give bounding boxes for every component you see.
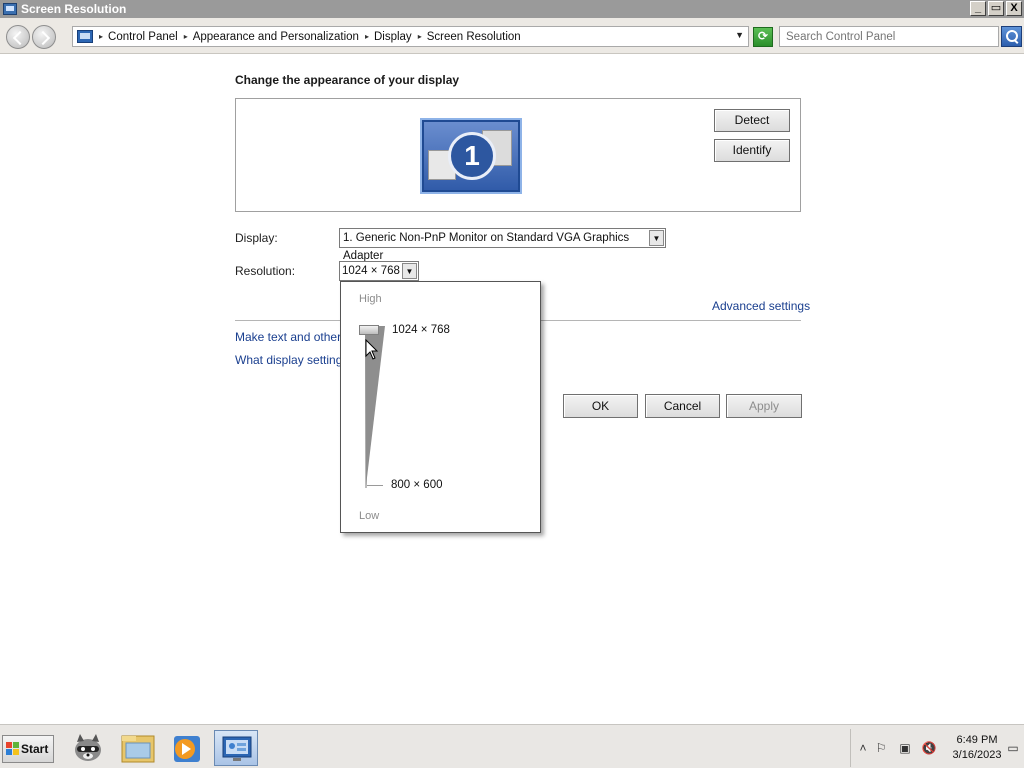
advanced-settings-link[interactable]: Advanced settings xyxy=(712,299,810,313)
screen-resolution-icon xyxy=(3,3,17,15)
page-title: Change the appearance of your display xyxy=(235,73,460,87)
explorer-folder-icon xyxy=(121,735,155,763)
control-panel-icon xyxy=(77,30,93,43)
forward-button[interactable] xyxy=(32,25,56,49)
control-panel-task-icon xyxy=(222,736,252,761)
raccoon-icon xyxy=(75,734,101,761)
high-label: High xyxy=(359,293,382,305)
back-button[interactable] xyxy=(6,25,30,49)
breadcrumb-appearance[interactable]: Appearance and Personalization xyxy=(193,31,359,43)
resolution-label: Resolution: xyxy=(235,264,296,278)
chevron-right-icon[interactable]: ▸ xyxy=(184,32,188,41)
display-settings-help-link[interactable]: What display settings xyxy=(235,353,348,367)
address-bar-area: ▸ Control Panel ▸ Appearance and Personali… xyxy=(0,18,1024,54)
system-tray: ˄ ⚐ ▣ 🔇 6:49 PM 3/16/2023 ▭ xyxy=(850,729,1024,767)
clock[interactable]: 6:49 PM 3/16/2023 xyxy=(947,733,1007,763)
breadcrumb-display[interactable]: Display xyxy=(374,31,412,43)
cancel-button[interactable]: Cancel xyxy=(645,394,720,418)
start-label: Start xyxy=(21,742,49,756)
ok-button[interactable]: OK xyxy=(563,394,638,418)
chevron-right-icon[interactable]: ▸ xyxy=(99,32,103,41)
search-box[interactable] xyxy=(779,26,999,47)
control-panel-icon[interactable] xyxy=(214,730,258,766)
resolution-option-1024x768[interactable]: 1024 × 768 xyxy=(392,324,450,336)
text-size-link[interactable]: Make text and other it xyxy=(235,330,350,344)
restore-button[interactable]: ▭ xyxy=(988,1,1004,16)
low-label: Low xyxy=(359,510,380,522)
resolution-select-value: 1024 × 768 xyxy=(342,265,400,277)
close-button[interactable]: X xyxy=(1006,1,1022,16)
monitor-number-badge: 1 xyxy=(448,132,496,180)
slider-tick-mark xyxy=(367,485,383,486)
resolution-option-800x600[interactable]: 800 × 600 xyxy=(391,479,442,491)
start-button[interactable]: Start xyxy=(2,735,54,763)
minimize-button[interactable]: _ xyxy=(970,1,986,16)
apply-button: Apply xyxy=(726,394,802,418)
clock-date: 3/16/2023 xyxy=(952,749,1002,761)
raccoon-app-icon[interactable] xyxy=(66,730,110,766)
chevron-down-icon[interactable]: ▼ xyxy=(402,263,417,279)
breadcrumb-control-panel[interactable]: Control Panel xyxy=(108,31,178,43)
show-hidden-icons-icon[interactable]: ˄ xyxy=(855,741,871,757)
media-player-icon[interactable] xyxy=(164,730,208,766)
breadcrumb-screen-resolution[interactable]: Screen Resolution xyxy=(427,31,521,43)
title-bar: Screen Resolution _ ▭ X xyxy=(0,0,1024,18)
show-desktop-icon[interactable]: ▭ xyxy=(1005,741,1021,757)
chevron-right-icon[interactable]: ▸ xyxy=(418,32,422,41)
resolution-slider-thumb[interactable] xyxy=(359,325,379,335)
windows-logo-icon xyxy=(6,742,19,755)
play-icon xyxy=(174,736,200,762)
identify-button[interactable]: Identify xyxy=(714,139,790,162)
folder-icon[interactable] xyxy=(116,730,160,766)
resolution-dropdown-popup: High 1024 × 768 800 × 600 Low xyxy=(340,281,541,533)
chevron-right-icon[interactable]: ▸ xyxy=(365,32,369,41)
chevron-down-icon[interactable]: ▼ xyxy=(649,230,664,246)
display-select-value: 1. Generic Non-PnP Monitor on Standard V… xyxy=(343,232,630,262)
search-icon[interactable] xyxy=(1001,26,1022,47)
taskbar: Start ˄ ⚐ ▣ 🔇 6:49 PM 3/16/2023 ▭ xyxy=(0,724,1024,768)
clock-time: 6:49 PM xyxy=(956,734,998,746)
action-center-flag-icon[interactable]: ⚐ xyxy=(873,741,889,757)
network-icon[interactable]: ▣ xyxy=(897,741,913,757)
breadcrumb[interactable]: ▸ Control Panel ▸ Appearance and Personali… xyxy=(72,26,749,47)
detect-button[interactable]: Detect xyxy=(714,109,790,132)
volume-muted-icon[interactable]: 🔇 xyxy=(921,741,937,757)
chevron-down-icon[interactable]: ▼ xyxy=(735,30,744,40)
monitor-1-thumbnail[interactable]: 1 xyxy=(420,118,522,194)
refresh-button[interactable]: ⟳ xyxy=(753,27,773,47)
display-select[interactable]: 1. Generic Non-PnP Monitor on Standard V… xyxy=(339,228,666,262)
display-label: Display: xyxy=(235,231,278,245)
search-input[interactable] xyxy=(780,27,998,46)
window-controls: _ ▭ X xyxy=(970,1,1022,16)
resolution-select[interactable]: 1024 × 768 ▼ xyxy=(339,261,419,281)
mouse-cursor-icon xyxy=(365,339,379,360)
window-title: Screen Resolution xyxy=(21,2,127,16)
